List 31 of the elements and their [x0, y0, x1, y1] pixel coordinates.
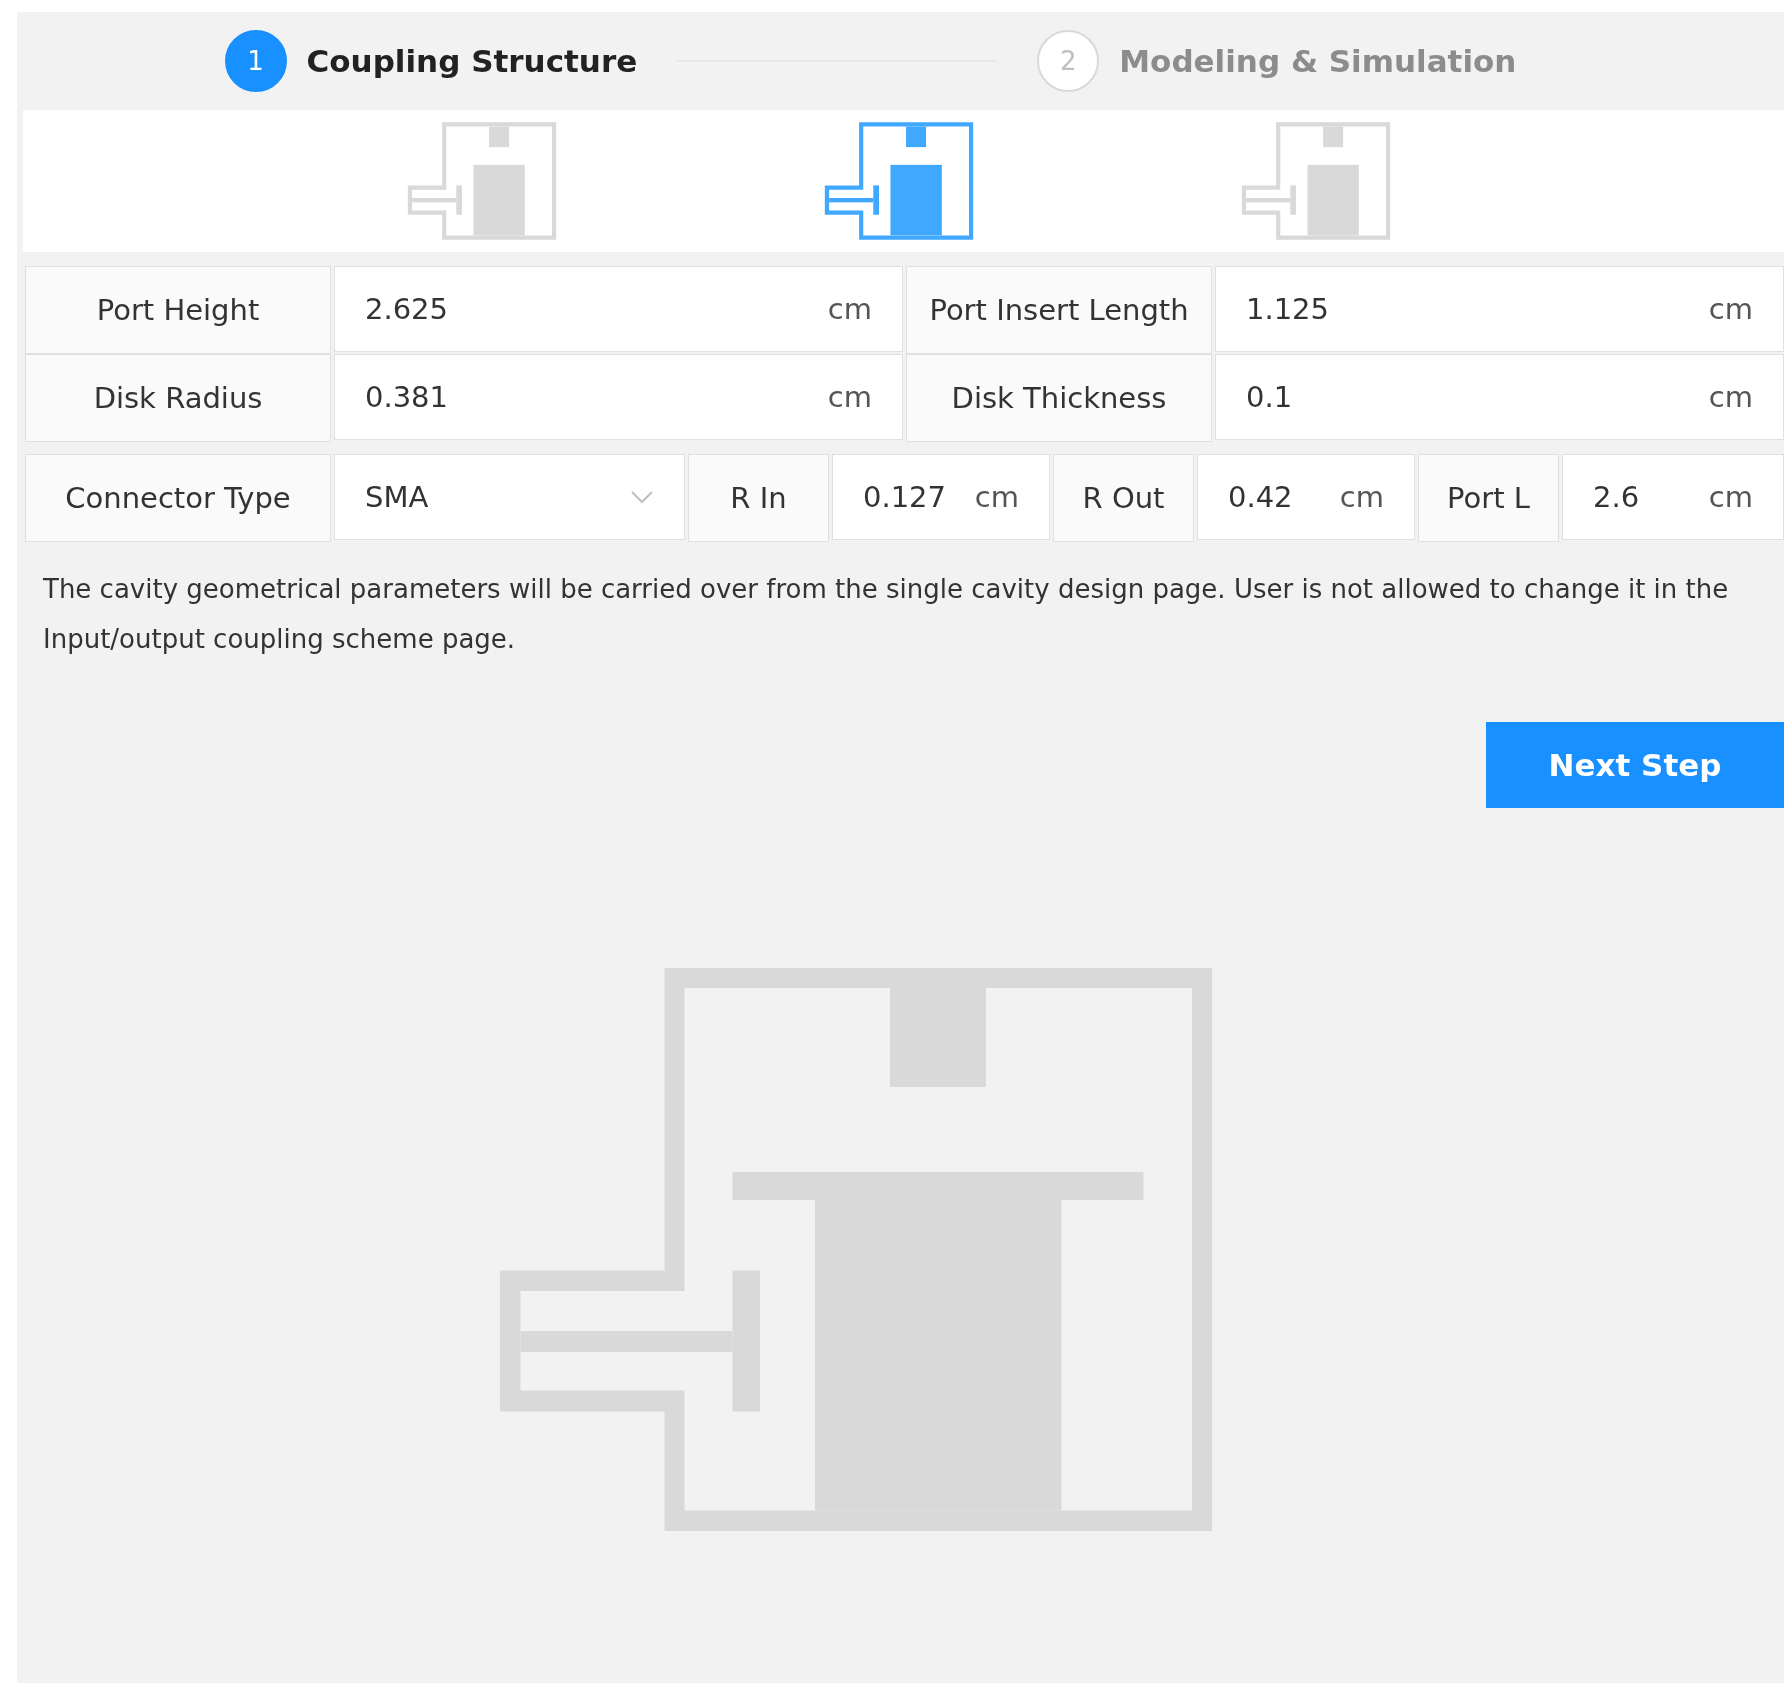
- step-title[interactable]: Coupling Structure: [306, 43, 638, 79]
- field-label: R In: [688, 454, 829, 542]
- cavity-coupling-icon[interactable]: [823, 121, 974, 241]
- cavity-coupling-icon[interactable]: [406, 121, 557, 241]
- unit-label: cm: [974, 480, 1019, 514]
- field-label: Disk Radius: [25, 354, 331, 442]
- cavity-coupling-icon[interactable]: [1240, 121, 1391, 241]
- chevron-down-icon: [630, 490, 654, 504]
- unit-label: cm: [1339, 480, 1384, 514]
- value-field[interactable]: 2.6 cm: [1562, 454, 1784, 540]
- unit-label: cm: [827, 380, 872, 414]
- note-text: The cavity geometrical parameters will be carried over from the single cavity design page. User is not allowed to change it in the Input/output coupling scheme page.: [43, 573, 1730, 656]
- unit-label: cm: [1708, 292, 1753, 326]
- value-field[interactable]: 2.625 cm: [334, 266, 903, 352]
- field-label: Port Insert Length: [906, 266, 1212, 354]
- value-field[interactable]: 0.42 cm: [1197, 454, 1415, 540]
- step-number: 1: [224, 30, 287, 92]
- value-field[interactable]: 0.1 cm: [1215, 354, 1784, 440]
- value-field[interactable]: 0.127 cm: [832, 454, 1050, 540]
- value-field[interactable]: 1.125 cm: [1215, 266, 1784, 352]
- field-label: R Out: [1053, 454, 1194, 542]
- value-field[interactable]: 0.381 cm: [334, 354, 903, 440]
- unit-label: cm: [1708, 480, 1753, 514]
- unit-label: cm: [827, 292, 872, 326]
- connector-select[interactable]: SMA: [334, 454, 685, 540]
- step-number: 2: [1037, 30, 1100, 92]
- field-label: Port L: [1418, 454, 1559, 542]
- unit-label: cm: [1708, 380, 1753, 414]
- field-label: Disk Thickness: [906, 354, 1212, 442]
- field-label: Port Height: [25, 266, 331, 354]
- field-label: Connector Type: [25, 454, 331, 542]
